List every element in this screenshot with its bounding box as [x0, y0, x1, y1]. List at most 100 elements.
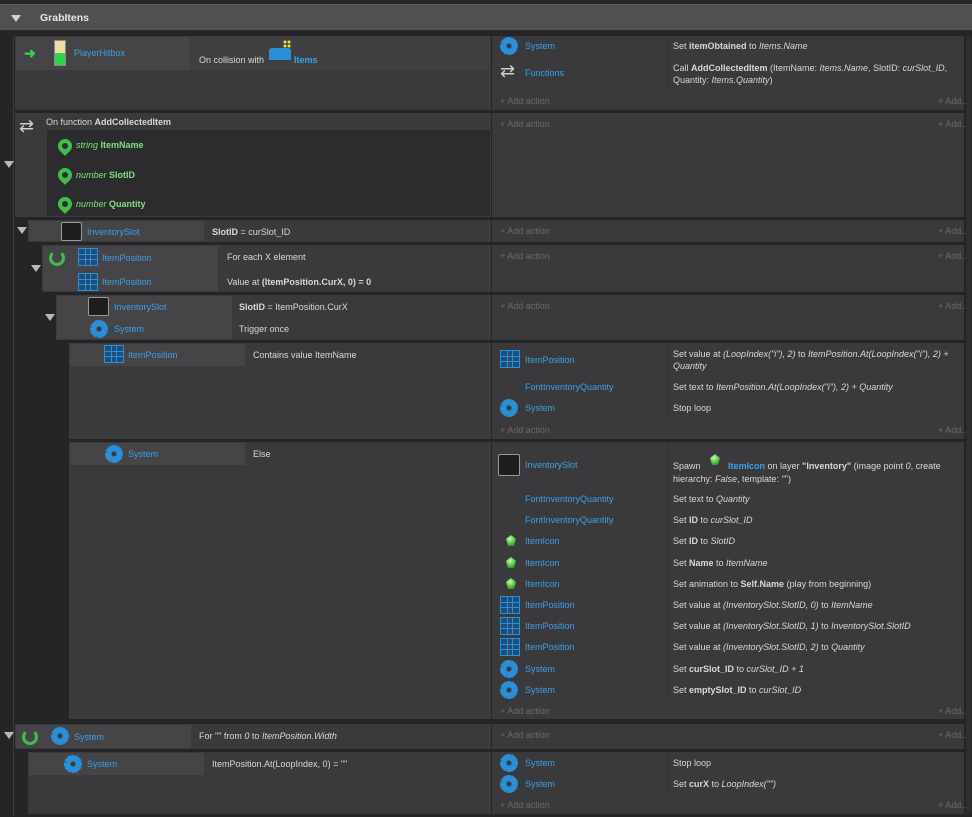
event-1-object[interactable]: PlayerHitbox: [74, 48, 125, 59]
inventory-slot-icon: [88, 297, 109, 316]
action-object[interactable]: System: [525, 685, 555, 696]
collapse-triangle-icon[interactable]: [45, 314, 55, 321]
action-text[interactable]: Set itemObtained to Items.Name: [673, 41, 808, 52]
action-text[interactable]: Stop loop: [673, 758, 711, 769]
collapse-triangle-icon[interactable]: [4, 161, 14, 168]
action-text[interactable]: Set text to ItemPosition.At(LoopIndex("i…: [673, 382, 893, 393]
event-6-condition: Else: [253, 449, 271, 459]
event-7-object[interactable]: System: [74, 732, 104, 743]
event-8-object[interactable]: System: [87, 759, 117, 770]
add-more-link[interactable]: + Add...: [938, 730, 969, 740]
function-swap-icon: ⇄: [19, 116, 35, 136]
function-actions[interactable]: [492, 113, 964, 217]
event-3-object-1[interactable]: ItemPosition: [102, 253, 152, 264]
action-object[interactable]: System: [525, 758, 555, 769]
event-1-condition-object[interactable]: Items: [294, 55, 318, 66]
add-more-link[interactable]: + Add...: [938, 425, 969, 435]
collapse-triangle-icon[interactable]: [4, 732, 14, 739]
add-action-link[interactable]: + Add action: [500, 301, 550, 311]
event-2-actions[interactable]: [492, 220, 964, 242]
action-text[interactable]: Set Name to ItemName: [673, 558, 768, 569]
action-object[interactable]: ItemPosition: [525, 621, 575, 632]
add-more-link[interactable]: + Add...: [938, 119, 969, 129]
event-5-object[interactable]: ItemPosition: [128, 350, 178, 361]
action-text[interactable]: Set value at (InventorySlot.SlotID, 2) t…: [673, 642, 865, 653]
action-object[interactable]: ItemIcon: [525, 558, 560, 569]
action-text[interactable]: Set value at (LoopIndex("i"), 2) to Item…: [673, 349, 949, 360]
system-gear-icon: [105, 445, 123, 463]
system-gear-icon: [500, 775, 518, 793]
action-text[interactable]: Set ID to SlotID: [673, 536, 735, 547]
action-object[interactable]: Functions: [525, 68, 564, 79]
action-object[interactable]: ItemPosition: [525, 600, 575, 611]
action-text[interactable]: Set ID to curSlot_ID: [673, 515, 753, 526]
action-text[interactable]: Call AddCollectedItem (ItemName: Items.N…: [673, 63, 947, 74]
event-6-conditions[interactable]: [69, 442, 491, 719]
add-more-link[interactable]: + Add...: [938, 226, 969, 236]
add-action-link[interactable]: + Add action: [500, 800, 550, 810]
add-action-link[interactable]: + Add action: [500, 251, 550, 261]
action-text[interactable]: Set animation to Self.Name (play from be…: [673, 579, 871, 590]
add-action-link[interactable]: + Add action: [500, 96, 550, 106]
collapse-triangle-icon[interactable]: [11, 15, 21, 22]
collapse-triangle-icon[interactable]: [17, 227, 27, 234]
event-1-condition-text: On collision with: [199, 55, 265, 65]
array-grid-icon: [500, 617, 520, 635]
action-object[interactable]: System: [525, 403, 555, 414]
event-3-object-2[interactable]: ItemPosition: [102, 277, 152, 288]
action-object[interactable]: System: [525, 41, 555, 52]
action-object[interactable]: FontInventoryQuantity: [525, 382, 614, 393]
group-title: GrabItens: [40, 12, 90, 24]
collapse-triangle-icon[interactable]: [31, 265, 41, 272]
action-object[interactable]: System: [525, 779, 555, 790]
add-more-link[interactable]: + Add...: [938, 706, 969, 716]
array-grid-icon: [500, 350, 520, 368]
action-text-line-2: Quantity: Items.Quantity): [673, 75, 773, 85]
system-gear-icon: [500, 660, 518, 678]
event-7-actions[interactable]: [492, 724, 964, 749]
event-4-object-2[interactable]: System: [114, 324, 144, 335]
action-object[interactable]: System: [525, 664, 555, 675]
action-text[interactable]: Set value at (InventorySlot.SlotID, 0) t…: [673, 600, 873, 611]
action-text[interactable]: Stop loop: [673, 403, 711, 414]
event-4-actions[interactable]: [492, 295, 964, 340]
event-2-object[interactable]: InventorySlot: [87, 227, 140, 238]
add-more-link[interactable]: + Add...: [938, 96, 969, 106]
action-object[interactable]: ItemIcon: [525, 579, 560, 590]
add-more-link[interactable]: + Add...: [938, 800, 969, 810]
add-action-link[interactable]: + Add action: [500, 730, 550, 740]
system-gear-icon: [500, 399, 518, 417]
add-more-link[interactable]: + Add...: [938, 251, 969, 261]
param-2[interactable]: number SlotID: [76, 170, 135, 181]
spawn-action-text[interactable]: Spawn: [673, 461, 701, 472]
add-action-link[interactable]: + Add action: [500, 706, 550, 716]
add-action-link[interactable]: + Add action: [500, 425, 550, 435]
action-object[interactable]: ItemIcon: [525, 536, 560, 547]
event-6-object[interactable]: System: [128, 449, 158, 460]
action-text[interactable]: Set curX to LoopIndex(""): [673, 779, 776, 790]
function-header: On function AddCollectedItem: [46, 117, 172, 127]
action-text[interactable]: Set emptySlot_ID to curSlot_ID: [673, 685, 801, 696]
add-more-link[interactable]: + Add...: [938, 301, 969, 311]
action-object[interactable]: FontInventoryQuantity: [525, 515, 614, 526]
action-object[interactable]: FontInventoryQuantity: [525, 494, 614, 505]
event-4-object-1[interactable]: InventorySlot: [114, 302, 167, 313]
param-3[interactable]: number Quantity: [76, 199, 146, 210]
add-action-link[interactable]: + Add action: [500, 226, 550, 236]
action-text[interactable]: Set curSlot_ID to curSlot_ID + 1: [673, 664, 804, 675]
group-header[interactable]: GrabItens: [0, 4, 972, 31]
vertical-scrollbar[interactable]: [966, 36, 971, 814]
indent-guide: [13, 36, 14, 816]
action-text[interactable]: Set text to Quantity: [673, 494, 750, 505]
inventory-slot-icon: [498, 454, 520, 476]
action-object[interactable]: ItemPosition: [525, 642, 575, 653]
event-4-condition-1: SlotID = ItemPosition.CurX: [239, 302, 348, 312]
event-3-actions[interactable]: [492, 245, 964, 292]
action-object[interactable]: ItemPosition: [525, 355, 575, 366]
divider: [667, 343, 668, 420]
add-action-link[interactable]: + Add action: [500, 119, 550, 129]
action-object[interactable]: InventorySlot: [525, 460, 578, 471]
array-grid-icon: [500, 596, 520, 614]
param-1[interactable]: string ItemName: [76, 140, 144, 151]
action-text[interactable]: Set value at (InventorySlot.SlotID, 1) t…: [673, 621, 911, 632]
